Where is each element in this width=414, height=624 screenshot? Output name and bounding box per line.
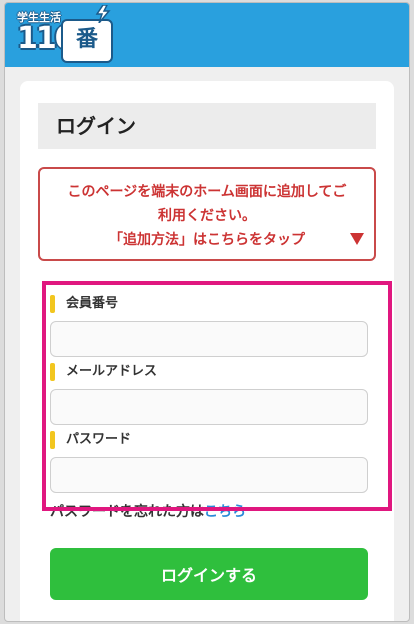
forgot-password: パスワードを忘れた方はこちら bbox=[50, 501, 246, 521]
login-card: ログイン このページを端末のホーム画面に追加してご 利用ください。 「追加方法」… bbox=[20, 81, 394, 621]
app-logo[interactable]: 学生生活 110 番 bbox=[15, 5, 113, 63]
forgot-password-link[interactable]: こちら bbox=[204, 504, 246, 520]
label-marker bbox=[50, 295, 55, 313]
triangle-down-icon bbox=[350, 233, 364, 245]
add-to-home-notice[interactable]: このページを端末のホーム画面に追加してご 利用ください。 「追加方法」はこちらを… bbox=[38, 167, 376, 261]
title-bar: ログイン bbox=[38, 103, 376, 149]
password-label: パスワード bbox=[50, 431, 131, 449]
phone-frame: 学生生活 110 番 ログイン このページを端末のホーム画面に追加してご 利用く… bbox=[4, 2, 410, 622]
forgot-password-text: パスワードを忘れた方は bbox=[50, 504, 204, 520]
password-input[interactable] bbox=[50, 457, 368, 493]
member-number-label: 会員番号 bbox=[50, 295, 118, 313]
label-marker bbox=[50, 363, 55, 381]
password-label-text: パスワード bbox=[66, 432, 132, 447]
email-label: メールアドレス bbox=[50, 363, 157, 381]
notice-line-3: 「追加方法」はこちらをタップ bbox=[109, 232, 305, 248]
label-marker bbox=[50, 431, 55, 449]
login-button[interactable]: ログインする bbox=[50, 548, 368, 600]
logo-badge: 番 bbox=[61, 19, 113, 63]
email-input[interactable] bbox=[50, 389, 368, 425]
lightning-icon bbox=[95, 5, 111, 23]
page-title: ログイン bbox=[56, 114, 136, 138]
app-header: 学生生活 110 番 bbox=[5, 3, 409, 67]
member-number-input[interactable] bbox=[50, 321, 368, 357]
member-number-label-text: 会員番号 bbox=[66, 296, 119, 311]
notice-line-1: このページを端末のホーム画面に追加してご bbox=[67, 184, 347, 200]
notice-line-2: 利用ください。 bbox=[158, 208, 256, 224]
email-label-text: メールアドレス bbox=[66, 364, 158, 379]
